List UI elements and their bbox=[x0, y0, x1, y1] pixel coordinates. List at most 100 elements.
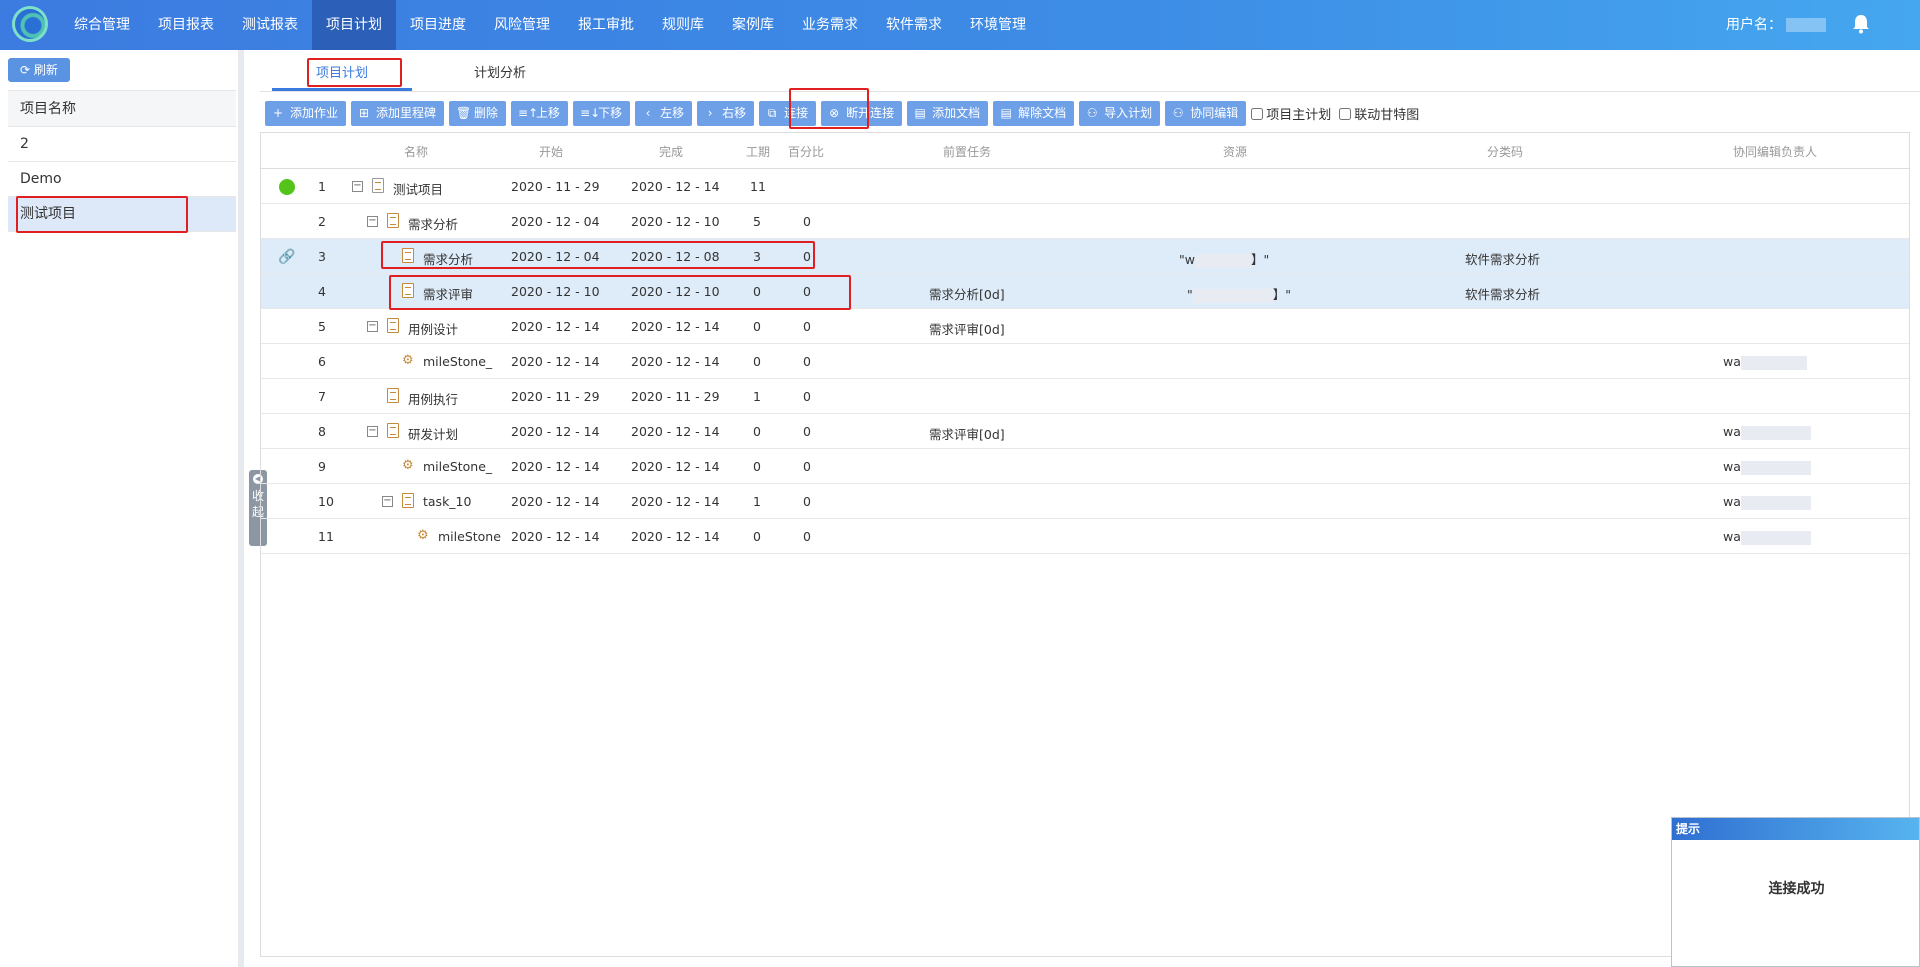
project-item[interactable]: Demo bbox=[8, 162, 236, 197]
import-plan-button[interactable]: ⚇ 导入计划 bbox=[1079, 101, 1161, 126]
co-editor-redacted bbox=[1740, 495, 1811, 510]
nav-item-project-plan[interactable]: 项目计划 bbox=[312, 0, 396, 50]
project-sidebar: ⟳ 刷新 项目名称 2 Demo 测试项目 bbox=[0, 50, 244, 967]
task-name: 用例执行 bbox=[408, 392, 459, 407]
nav-item-project-report[interactable]: 项目报表 bbox=[144, 0, 228, 50]
resource-suffix: 】" bbox=[1250, 252, 1270, 267]
table-row[interactable]: 11 ⚙ mileStone 2020 - 12 - 14 2020 - 12 … bbox=[261, 519, 1909, 554]
move-down-button[interactable]: ≡↓下移 bbox=[573, 101, 631, 126]
user-label: 用户名： bbox=[1726, 0, 1826, 50]
task-predecessor: 需求分析[0d] bbox=[929, 287, 1005, 302]
task-finish: 2020 - 12 - 14 bbox=[631, 424, 720, 439]
collapse-minus-icon[interactable]: − bbox=[352, 181, 363, 192]
project-item[interactable]: 2 bbox=[8, 127, 236, 162]
task-category: 软件需求分析 bbox=[1465, 252, 1541, 267]
refresh-button[interactable]: ⟳ 刷新 bbox=[8, 58, 70, 82]
task-percent: 0 bbox=[803, 214, 811, 229]
linked-gantt-checkbox[interactable] bbox=[1339, 107, 1352, 120]
nav-item-work-approval[interactable]: 报工审批 bbox=[564, 0, 648, 50]
collapse-minus-icon[interactable]: − bbox=[382, 496, 393, 507]
task-finish: 2020 - 12 - 14 bbox=[631, 494, 720, 509]
task-duration: 0 bbox=[753, 459, 761, 474]
add-job-button[interactable]: + 添加作业 bbox=[265, 101, 347, 126]
co-edit-button[interactable]: ⚇ 协同编辑 bbox=[1165, 101, 1247, 126]
nav-item-business-req[interactable]: 业务需求 bbox=[788, 0, 872, 50]
move-left-button[interactable]: ‹ 左移 bbox=[635, 101, 693, 126]
task-finish: 2020 - 12 - 14 bbox=[631, 529, 720, 544]
table-row[interactable]: 5 − 用例设计 2020 - 12 - 14 2020 - 12 - 14 0… bbox=[261, 309, 1909, 344]
refresh-label: 刷新 bbox=[33, 63, 58, 77]
co-editor-redacted bbox=[1740, 460, 1811, 475]
copy-icon: ⧉ bbox=[767, 106, 777, 120]
col-header-category: 分类码 bbox=[1487, 145, 1524, 159]
document-remove-icon: ▤ bbox=[1000, 106, 1012, 120]
master-plan-checkbox-wrap[interactable]: 项目主计划 bbox=[1251, 104, 1331, 123]
task-percent: 0 bbox=[803, 319, 811, 334]
move-right-button[interactable]: › 右移 bbox=[697, 101, 755, 126]
task-duration: 0 bbox=[753, 319, 761, 334]
nav-item-comprehensive[interactable]: 综合管理 bbox=[60, 0, 144, 50]
co-edit-label: 协同编辑 bbox=[1190, 106, 1239, 120]
collapse-minus-icon[interactable]: − bbox=[367, 216, 378, 227]
paperclip-icon: 🔗 bbox=[278, 249, 296, 265]
delete-button[interactable]: 🗑 删除 bbox=[449, 101, 507, 126]
import-plan-label: 导入计划 bbox=[1104, 106, 1153, 120]
nav-item-test-report[interactable]: 测试报表 bbox=[228, 0, 312, 50]
add-document-button[interactable]: ▤ 添加文档 bbox=[907, 101, 989, 126]
table-row[interactable]: 9 ⚙ mileStone_ 2020 - 12 - 14 2020 - 12 … bbox=[261, 449, 1909, 484]
refresh-icon: ⟳ bbox=[20, 63, 34, 77]
table-row[interactable]: 7 用例执行 2020 - 11 - 29 2020 - 11 - 29 1 0 bbox=[261, 379, 1909, 414]
table-row[interactable]: 10 − task_10 2020 - 12 - 14 2020 - 12 - … bbox=[261, 484, 1909, 519]
task-category: 软件需求分析 bbox=[1465, 287, 1541, 302]
task-duration: 1 bbox=[753, 389, 761, 404]
table-row[interactable]: 1 − 测试项目 2020 - 11 - 29 2020 - 12 - 14 1… bbox=[261, 169, 1909, 204]
master-plan-checkbox[interactable] bbox=[1251, 107, 1264, 120]
document-icon: ▤ bbox=[914, 106, 926, 120]
table-row[interactable]: 6 ⚙ mileStone_ 2020 - 12 - 14 2020 - 12 … bbox=[261, 344, 1909, 379]
task-start: 2020 - 12 - 14 bbox=[511, 494, 600, 509]
chevron-left-icon: ‹ bbox=[645, 106, 651, 120]
user-edit-icon: ⚇ bbox=[1172, 106, 1184, 120]
collapse-minus-icon[interactable]: − bbox=[367, 426, 378, 437]
tab-bar: 项目计划 计划分析 bbox=[260, 50, 1920, 92]
col-header-predecessor: 前置任务 bbox=[943, 145, 992, 159]
nav-item-software-req[interactable]: 软件需求 bbox=[872, 0, 956, 50]
task-duration: 0 bbox=[753, 354, 761, 369]
task-co-editor: wa bbox=[1723, 459, 1811, 475]
resource-prefix: "w bbox=[1179, 252, 1195, 267]
nav-item-risk[interactable]: 风险管理 bbox=[480, 0, 564, 50]
move-up-button[interactable]: ≡↑上移 bbox=[511, 101, 569, 126]
nav-item-environment[interactable]: 环境管理 bbox=[956, 0, 1040, 50]
add-milestone-button[interactable]: ⊞ 添加里程碑 bbox=[351, 101, 445, 126]
task-co-editor: wa bbox=[1723, 529, 1811, 545]
milestone-icon: ⚙ bbox=[417, 528, 429, 543]
nav-item-project-progress[interactable]: 项目进度 bbox=[396, 0, 480, 50]
tab-plan-analysis[interactable]: 计划分析 bbox=[474, 62, 526, 81]
task-name: task_10 bbox=[423, 494, 472, 509]
row-number: 11 bbox=[318, 529, 334, 544]
table-row[interactable]: 8 − 研发计划 2020 - 12 - 14 2020 - 12 - 14 0… bbox=[261, 414, 1909, 449]
bell-icon[interactable] bbox=[1852, 14, 1870, 34]
task-finish: 2020 - 12 - 14 bbox=[631, 354, 720, 369]
task-name: 测试项目 bbox=[393, 182, 444, 197]
add-job-label: 添加作业 bbox=[290, 106, 339, 120]
task-start: 2020 - 12 - 14 bbox=[511, 424, 600, 439]
nav-item-cases[interactable]: 案例库 bbox=[718, 0, 788, 50]
co-editor-redacted bbox=[1740, 355, 1807, 370]
collapse-minus-icon[interactable]: − bbox=[367, 321, 378, 332]
table-row[interactable]: 2 − 需求分析 2020 - 12 - 04 2020 - 12 - 10 5… bbox=[261, 204, 1909, 239]
add-milestone-label: 添加里程碑 bbox=[376, 106, 437, 120]
co-editor-prefix: wa bbox=[1723, 494, 1741, 509]
linked-gantt-checkbox-wrap[interactable]: 联动甘特图 bbox=[1339, 104, 1419, 123]
resource-redacted bbox=[1194, 253, 1251, 268]
milestone-icon: ⚙ bbox=[402, 458, 414, 473]
task-name: 需求分析 bbox=[408, 217, 459, 232]
task-finish: 2020 - 11 - 29 bbox=[631, 389, 720, 404]
task-start: 2020 - 12 - 14 bbox=[511, 319, 600, 334]
nav-item-rules[interactable]: 规则库 bbox=[648, 0, 718, 50]
remove-document-button[interactable]: ▤ 解除文档 bbox=[993, 101, 1075, 126]
row-number: 3 bbox=[318, 249, 326, 264]
task-name: mileStone bbox=[438, 529, 501, 544]
task-duration: 1 bbox=[753, 494, 761, 509]
grid-plus-icon: ⊞ bbox=[358, 106, 370, 120]
